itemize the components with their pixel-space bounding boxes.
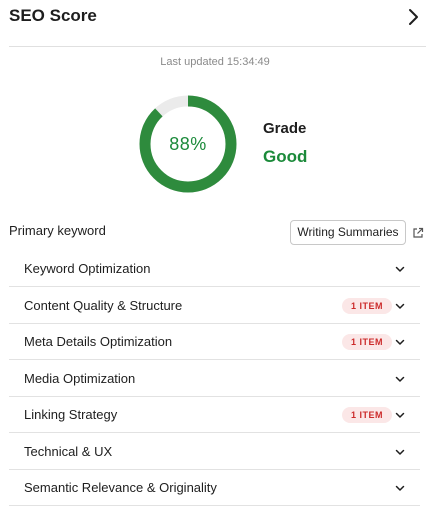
section-label: Meta Details Optimization <box>24 334 173 349</box>
chevron-down-icon[interactable] <box>394 336 406 348</box>
chevron-down-icon[interactable] <box>394 482 406 494</box>
chevron-down-icon[interactable] <box>394 263 406 275</box>
section-label: Linking Strategy <box>24 407 118 422</box>
section-row[interactable]: Meta Details Optimization 1 ITEM <box>9 324 420 360</box>
header-divider <box>9 46 426 47</box>
section-row[interactable]: Keyword Optimization <box>9 251 420 287</box>
section-row[interactable]: Semantic Relevance & Originality <box>9 470 420 506</box>
section-row[interactable]: Content Quality & Structure 1 ITEM <box>9 288 420 324</box>
score-percent: 88% <box>169 134 207 154</box>
chevron-down-icon[interactable] <box>394 300 406 312</box>
panel-header: SEO Score <box>0 0 430 46</box>
primary-keyword-label: Primary keyword <box>9 223 106 238</box>
issue-count-badge: 1 ITEM <box>341 407 392 423</box>
chevron-down-icon[interactable] <box>394 373 406 385</box>
issue-count-badge: 1 ITEM <box>341 297 392 314</box>
section-label: Keyword Optimization <box>24 261 151 276</box>
section-label: Technical & UX <box>24 443 113 459</box>
section-label: Semantic Relevance & Originality <box>24 480 217 495</box>
panel-title: SEO Score <box>9 6 97 25</box>
chevron-right-icon[interactable] <box>402 6 424 28</box>
writing-summaries-button[interactable]: Writing Summaries <box>290 220 406 245</box>
chevron-down-icon[interactable] <box>394 446 406 458</box>
section-label: Media Optimization <box>24 370 136 386</box>
section-row[interactable]: Technical & UX <box>9 434 420 470</box>
chevron-down-icon[interactable] <box>394 409 406 421</box>
section-row[interactable]: Linking Strategy 1 ITEM <box>9 397 420 433</box>
section-label: Content Quality & Structure <box>24 297 183 313</box>
issue-count-badge: 1 ITEM <box>341 334 392 350</box>
grade-label: Grade <box>263 120 307 137</box>
section-row[interactable]: Media Optimization <box>9 361 420 397</box>
last-updated-text: Last updated 15:34:49 <box>160 56 270 68</box>
external-link-icon[interactable] <box>412 227 424 239</box>
grade-value: Good <box>263 147 308 166</box>
